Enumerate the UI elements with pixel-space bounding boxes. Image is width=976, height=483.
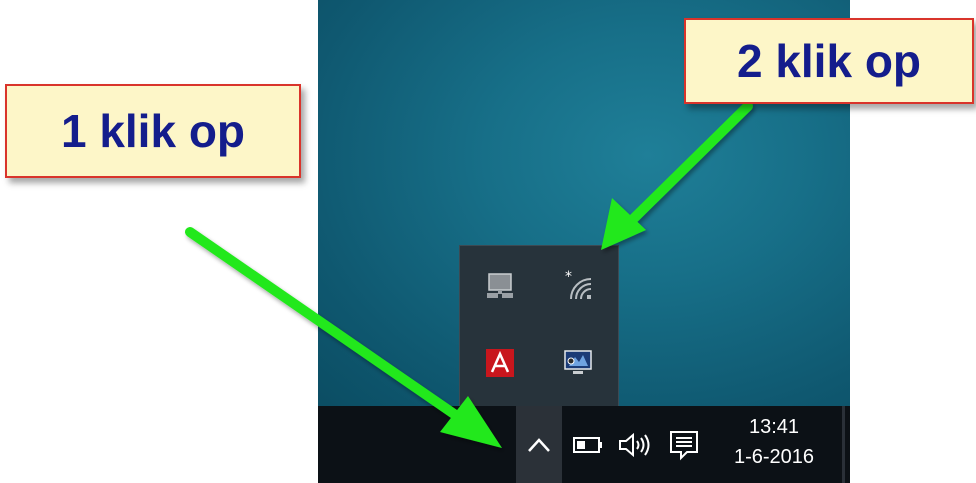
callout-step-2: 2 klik op — [684, 18, 974, 104]
taskbar-clock[interactable]: 13:41 1-6-2016 — [715, 412, 833, 478]
clock-date: 1-6-2016 — [733, 446, 815, 468]
wireless-icon[interactable]: * — [558, 266, 598, 306]
action-center-icon[interactable] — [664, 426, 704, 464]
hidden-icons-flyout: * — [459, 245, 619, 408]
callout-step-1-text: 1 klik op — [60, 105, 246, 157]
battery-icon[interactable] — [570, 428, 606, 462]
network-computer-icon[interactable] — [480, 266, 520, 306]
callout-step-2-text: 2 klik op — [736, 35, 922, 87]
speaker-icon[interactable] — [616, 428, 654, 462]
svg-text:*: * — [565, 269, 572, 285]
chevron-up-icon — [528, 437, 550, 452]
show-hidden-icons-button[interactable] — [516, 406, 562, 483]
show-desktop-button[interactable] — [842, 406, 845, 483]
display-settings-icon[interactable] — [558, 343, 598, 383]
adobe-icon[interactable] — [480, 343, 520, 383]
clock-time: 13:41 — [748, 416, 800, 438]
callout-step-1: 1 klik op — [5, 84, 301, 178]
